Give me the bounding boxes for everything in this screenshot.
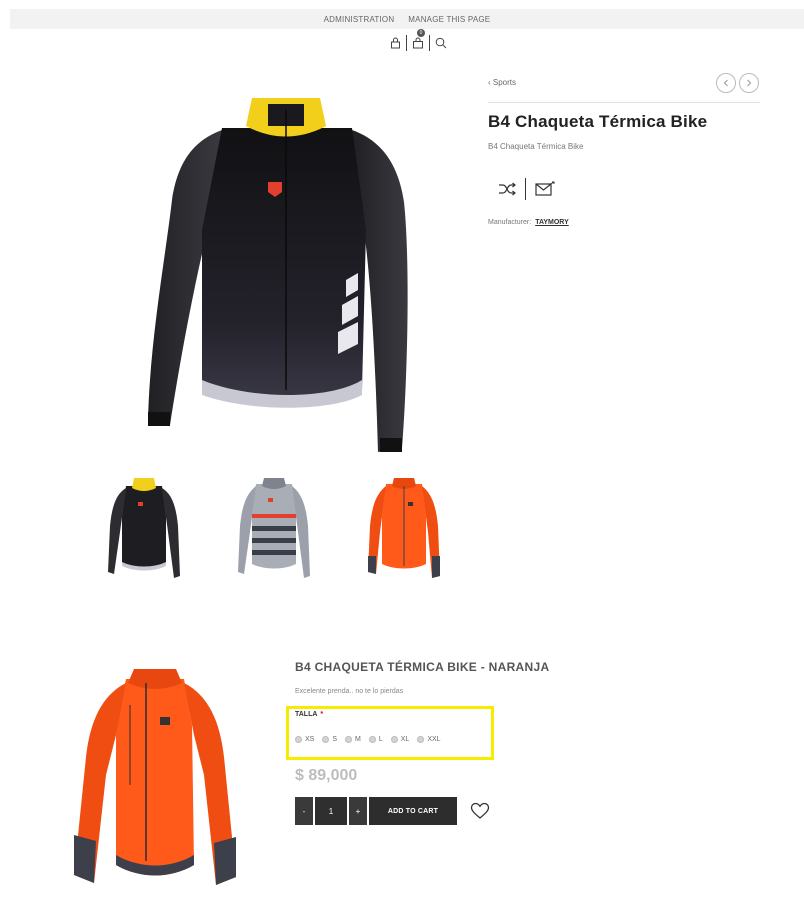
size-option-xs[interactable]: XS bbox=[295, 736, 314, 743]
manufacturer-label: Manufacturer: bbox=[488, 219, 532, 226]
compare-shuffle-icon[interactable] bbox=[498, 182, 516, 196]
wishlist-heart-icon[interactable] bbox=[470, 802, 490, 825]
divider bbox=[406, 35, 407, 51]
radio-icon[interactable] bbox=[345, 736, 353, 743]
size-option-xl[interactable]: XL bbox=[390, 736, 409, 743]
next-product-button[interactable] bbox=[739, 73, 759, 93]
add-to-cart-button[interactable]: ADD TO CART bbox=[369, 797, 457, 825]
size-option-m[interactable]: M bbox=[345, 736, 361, 743]
admin-bar: ADMINISTRATION MANAGE THIS PAGE bbox=[10, 9, 804, 29]
price: $ 89,000 bbox=[295, 767, 358, 784]
cart-count-badge: 0 bbox=[417, 29, 425, 37]
size-label: TALLA * bbox=[295, 711, 323, 718]
buy-row: - + ADD TO CART bbox=[295, 797, 457, 825]
chevron-left-icon bbox=[723, 79, 728, 87]
size-option-s[interactable]: S bbox=[322, 736, 337, 743]
radio-icon[interactable] bbox=[417, 736, 425, 743]
manufacturer-link[interactable]: TAYMORY bbox=[535, 219, 569, 226]
manufacturer-line: Manufacturer: TAYMORY bbox=[488, 219, 569, 226]
manage-page-link[interactable]: MANAGE THIS PAGE bbox=[408, 15, 490, 24]
radio-icon[interactable] bbox=[390, 736, 398, 743]
breadcrumb-sports[interactable]: ‹ Sports bbox=[488, 78, 516, 87]
radio-icon[interactable] bbox=[368, 736, 376, 743]
thumbnail-black-jacket[interactable] bbox=[104, 476, 184, 582]
header-icons: 0 bbox=[388, 29, 448, 52]
quantity-input[interactable] bbox=[315, 797, 347, 825]
divider bbox=[525, 178, 526, 200]
main-product-image[interactable] bbox=[140, 90, 430, 460]
size-option-xxl[interactable]: XXL bbox=[417, 736, 441, 743]
quantity-decrease-button[interactable]: - bbox=[295, 797, 313, 825]
product-nav-arrows bbox=[716, 73, 759, 93]
chevron-right-icon bbox=[747, 79, 752, 87]
size-option-l[interactable]: L bbox=[368, 736, 383, 743]
radio-icon[interactable] bbox=[322, 736, 330, 743]
prev-product-button[interactable] bbox=[716, 73, 736, 93]
cart-icon[interactable]: 0 bbox=[411, 29, 425, 50]
product-subtitle: B4 Chaqueta Térmica Bike bbox=[488, 142, 584, 151]
thumbnail-orange-jacket[interactable] bbox=[364, 476, 444, 582]
radio-icon[interactable] bbox=[295, 736, 302, 743]
size-label-text: TALLA bbox=[295, 711, 318, 718]
send-email-icon[interactable] bbox=[535, 181, 555, 197]
variant-description: Excelente prenda.. no te lo pierdas bbox=[295, 688, 404, 695]
product-actions bbox=[498, 178, 555, 200]
administration-link[interactable]: ADMINISTRATION bbox=[324, 15, 395, 24]
quantity-increase-button[interactable]: + bbox=[349, 797, 367, 825]
lock-icon[interactable] bbox=[388, 36, 402, 50]
required-mark: * bbox=[320, 711, 324, 718]
variant-title: B4 CHAQUETA TÉRMICA BIKE - NARANJA bbox=[295, 660, 550, 674]
product-title: B4 Chaqueta Térmica Bike bbox=[488, 112, 708, 131]
divider bbox=[429, 35, 430, 51]
search-icon[interactable] bbox=[434, 36, 448, 50]
variant-product-image[interactable] bbox=[60, 665, 250, 895]
thumbnail-grey-jacket[interactable] bbox=[234, 476, 314, 582]
divider bbox=[488, 102, 760, 103]
size-options: XS S M L XL XXL bbox=[295, 736, 441, 743]
